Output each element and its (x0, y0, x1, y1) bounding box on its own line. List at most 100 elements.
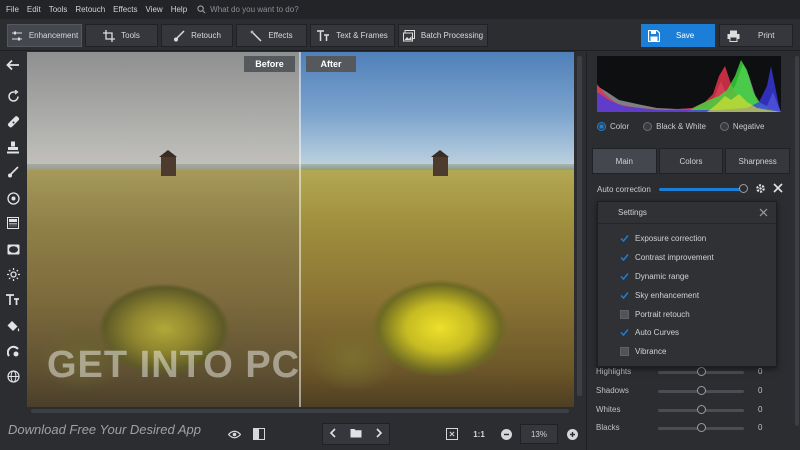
light-tool[interactable] (5, 266, 21, 282)
setting-label: Exposure correction (635, 234, 707, 243)
tab-effects[interactable]: Effects (236, 24, 307, 47)
save-label: Save (676, 31, 695, 40)
panel-scrollbar[interactable] (794, 52, 800, 450)
menu-edit[interactable]: Edit (27, 5, 41, 14)
blacks-label: Blacks (596, 423, 620, 432)
print-button[interactable]: Print (719, 24, 793, 47)
canvas-horizontal-scrollbar[interactable] (27, 407, 574, 415)
auto-correction-reset-button[interactable] (773, 183, 783, 195)
target-tool[interactable] (5, 190, 21, 206)
fill-icon (7, 320, 19, 331)
auto-correction-label: Auto correction (597, 184, 651, 194)
canvas-vertical-scrollbar[interactable] (575, 52, 585, 407)
check-icon (620, 272, 629, 281)
setting-portrait-retouch[interactable]: Portrait retouch (620, 310, 690, 319)
setting-dynamic-range[interactable]: Dynamic range (620, 272, 689, 281)
target-icon (6, 191, 20, 205)
fit-to-screen-button[interactable] (444, 426, 460, 442)
tab-retouch[interactable]: Retouch (161, 24, 233, 47)
highlights-knob[interactable] (697, 367, 706, 376)
histogram (597, 56, 781, 112)
zoom-in-button[interactable] (564, 426, 580, 442)
setting-sky-enhancement[interactable]: Sky enhancement (620, 291, 699, 300)
shadows-label: Shadows (596, 386, 629, 395)
whites-knob[interactable] (697, 405, 706, 414)
mode-color-label: Color (610, 122, 630, 131)
printer-icon (727, 30, 740, 42)
zoom-out-button[interactable] (498, 426, 514, 442)
healing-tool[interactable] (5, 114, 21, 130)
setting-label: Sky enhancement (635, 291, 700, 300)
mode-bw-radio[interactable]: Black & White (643, 122, 706, 131)
light-icon (6, 267, 20, 281)
tab-enhancement[interactable]: Enhancement (7, 24, 82, 47)
menu-tools[interactable]: Tools (49, 5, 68, 14)
fill-tool[interactable] (5, 318, 21, 334)
menu-effects[interactable]: Effects (113, 5, 137, 14)
menu-file[interactable]: File (6, 5, 19, 14)
mode-bw-label: Black & White (656, 122, 706, 131)
search-icon (197, 5, 206, 14)
menu-bar: File Edit Tools Retouch Effects View Hel… (0, 0, 800, 19)
image-canvas[interactable]: Before After GET INTO PC (27, 52, 574, 407)
split-view-button[interactable] (251, 426, 267, 442)
mode-color-radio[interactable]: Color (597, 122, 629, 131)
globe-icon (6, 369, 20, 383)
auto-correction-slider[interactable] (659, 188, 743, 191)
zoom-value[interactable]: 13% (520, 424, 558, 444)
tab-sharpness[interactable]: Sharpness (725, 148, 791, 174)
before-label: Before (244, 56, 295, 72)
setting-vibrance[interactable]: Vibrance (620, 347, 666, 356)
text-tool[interactable] (5, 292, 21, 308)
view-toggle-button[interactable] (226, 426, 242, 442)
checkbox-empty (620, 347, 629, 356)
check-icon (620, 291, 629, 300)
color-splash-tool[interactable] (5, 343, 21, 359)
tab-tools[interactable]: Tools (85, 24, 158, 47)
eye-icon (227, 430, 241, 438)
blacks-value: 0 (758, 423, 763, 432)
tab-main[interactable]: Main (592, 148, 657, 174)
setting-auto-curves[interactable]: Auto Curves (620, 328, 679, 337)
search-box[interactable]: What do you want to do? (197, 5, 299, 14)
brush-tool[interactable] (5, 164, 21, 180)
next-button[interactable] (375, 428, 383, 440)
tab-colors[interactable]: Colors (658, 148, 724, 174)
previous-button[interactable] (329, 428, 337, 440)
gradient-tool[interactable] (5, 215, 21, 231)
menu-help[interactable]: Help (171, 5, 187, 14)
rotate-tool[interactable] (5, 88, 21, 104)
clone-stamp-tool[interactable] (5, 139, 21, 155)
open-folder-button[interactable] (350, 428, 362, 440)
back-button[interactable] (5, 57, 21, 73)
setting-contrast-improvement[interactable]: Contrast improvement (620, 253, 714, 262)
print-label: Print (758, 31, 775, 40)
setting-label: Contrast improvement (635, 253, 714, 262)
tab-text-frames[interactable]: Text & Frames (310, 24, 395, 47)
after-image (300, 52, 574, 407)
menu-retouch[interactable]: Retouch (75, 5, 105, 14)
menu-view[interactable]: View (145, 5, 162, 14)
whites-label: Whites (596, 405, 621, 414)
shadows-knob[interactable] (697, 386, 706, 395)
auto-correction-knob[interactable] (739, 184, 748, 193)
auto-settings-button[interactable] (755, 183, 766, 196)
vignette-tool[interactable] (5, 241, 21, 257)
save-button[interactable]: Save (641, 24, 715, 47)
mode-negative-radio[interactable]: Negative (719, 122, 765, 131)
setting-label: Dynamic range (635, 272, 689, 281)
fit-screen-icon (446, 428, 458, 440)
blacks-knob[interactable] (697, 423, 706, 432)
actual-size-button[interactable]: 1:1 (470, 426, 488, 442)
left-tool-rail (0, 52, 26, 422)
check-icon (620, 253, 629, 262)
globe-tool[interactable] (5, 368, 21, 384)
shadows-value: 0 (758, 386, 763, 395)
navigation-group (322, 423, 390, 445)
settings-close-button[interactable] (759, 208, 768, 219)
gear-icon (756, 184, 765, 193)
gradient-icon (7, 217, 19, 229)
tab-batch-processing[interactable]: Batch Processing (398, 24, 488, 47)
folder-icon (350, 429, 362, 438)
setting-exposure-correction[interactable]: Exposure correction (620, 234, 706, 243)
